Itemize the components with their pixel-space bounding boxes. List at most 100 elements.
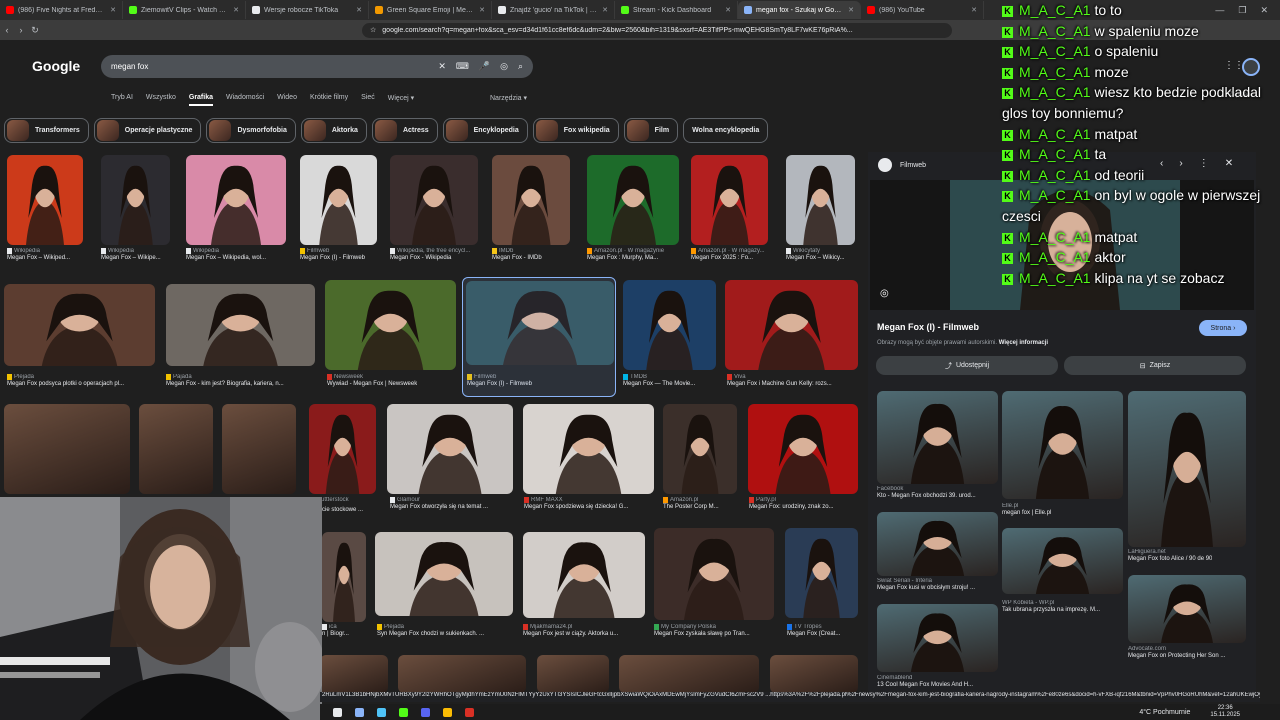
image-result-thumbnail[interactable] xyxy=(691,155,768,245)
related-chip[interactable]: Film xyxy=(623,118,679,143)
browser-tab[interactable]: ZiemowitV Clips - Watch Live on Kick ✕ xyxy=(123,1,246,19)
share-button[interactable]: ⤴ Udostępnij xyxy=(876,356,1058,375)
image-result-thumbnail[interactable] xyxy=(139,404,213,494)
image-result-caption[interactable]: cie stockowe ... xyxy=(322,506,363,513)
lens-icon[interactable]: ◎ xyxy=(500,61,508,72)
image-result-caption[interactable]: Mjakmama24.pl Megan Fox jest w ciąży. Akt… xyxy=(523,624,618,637)
search-taskbar-icon[interactable] xyxy=(355,707,364,717)
image-result-thumbnail[interactable] xyxy=(748,404,858,494)
related-chip[interactable]: Dysmorfofobia xyxy=(206,118,296,143)
related-image-caption[interactable]: Świat Seriali - Interia Megan Fox kusi w … xyxy=(877,578,975,591)
related-chip[interactable]: Wolna encyklopedia xyxy=(683,118,769,143)
google-logo[interactable]: Google xyxy=(32,58,80,74)
browser-tab[interactable]: (986) YouTube ✕ xyxy=(861,1,984,19)
image-result-thumbnail[interactable] xyxy=(537,655,609,693)
image-result-caption[interactable]: IMDb Megan Fox - IMDb xyxy=(492,248,542,261)
tab-close-icon[interactable]: ✕ xyxy=(848,6,854,14)
related-image-caption[interactable]: Elle.pl megan fox | Elle.pl xyxy=(1002,503,1051,516)
system-clock[interactable]: 22:36 15.11.2025 xyxy=(1210,705,1240,719)
kick-icon[interactable] xyxy=(399,707,408,717)
image-result-caption[interactable]: My Company Polska Megan Fox zyskała sławę… xyxy=(654,624,750,637)
search-input[interactable]: megan fox ✕ ⌨ 🎤 ◎ ⌕ xyxy=(101,55,533,78)
related-image-caption[interactable]: WP Kobieta - WP.pl Tak ubrana przyszła na… xyxy=(1002,600,1100,613)
image-result-thumbnail[interactable] xyxy=(785,528,858,618)
discord-icon[interactable] xyxy=(421,707,430,717)
tab-close-icon[interactable]: ✕ xyxy=(233,6,239,14)
image-result-caption[interactable]: Plejada Megan Fox podsyca plotki o operac… xyxy=(7,374,124,387)
image-result-caption[interactable]: TV Tropes Megan Fox (Creat... xyxy=(787,624,840,637)
related-image-thumbnail[interactable] xyxy=(1128,575,1246,643)
related-image-thumbnail[interactable] xyxy=(1002,391,1123,499)
chrome-icon[interactable] xyxy=(443,707,452,717)
preview-source[interactable]: Filmweb xyxy=(878,158,926,172)
image-result-caption[interactable]: Wikipedia, the free encycl... Megan Fox -… xyxy=(390,248,470,261)
image-result-thumbnail[interactable] xyxy=(325,280,456,370)
related-image-caption[interactable]: LaHiguera.net Megan Fox foto Alice / 90 d… xyxy=(1128,549,1212,562)
save-button[interactable]: ⊟ Zapisz xyxy=(1064,356,1246,375)
tab-close-icon[interactable]: ✕ xyxy=(725,6,731,14)
image-result-caption[interactable]: Plejada Syn Megan Fox chodzi w sukienkach… xyxy=(377,624,484,637)
app-icon[interactable] xyxy=(465,707,474,717)
image-result-thumbnail[interactable] xyxy=(375,532,513,616)
related-image-thumbnail[interactable] xyxy=(877,512,998,576)
image-result-thumbnail[interactable] xyxy=(654,528,774,620)
clear-icon[interactable]: ✕ xyxy=(438,61,446,72)
keyboard-icon[interactable]: ⌨ xyxy=(456,61,469,72)
edge-icon[interactable] xyxy=(377,707,386,717)
related-chip[interactable]: Transformers xyxy=(4,118,89,143)
related-image-thumbnail[interactable] xyxy=(1002,528,1123,594)
bookmark-icon[interactable]: ☆ xyxy=(370,26,376,34)
image-result-thumbnail[interactable] xyxy=(309,404,376,494)
filter-tab[interactable]: Tryb AI xyxy=(111,94,133,106)
image-result-thumbnail[interactable] xyxy=(320,655,388,693)
image-result-thumbnail[interactable] xyxy=(523,404,654,494)
image-result-thumbnail[interactable] xyxy=(4,404,130,494)
image-result-thumbnail[interactable] xyxy=(663,404,737,494)
image-result-caption[interactable]: Party.pl Megan Fox: urodziny, znak zo... xyxy=(749,497,834,510)
image-result-thumbnail[interactable] xyxy=(387,404,513,494)
start-icon[interactable] xyxy=(333,707,342,717)
image-result-thumbnail[interactable] xyxy=(186,155,286,245)
tab-close-icon[interactable]: ✕ xyxy=(110,6,116,14)
tab-close-icon[interactable]: ✕ xyxy=(479,6,485,14)
browser-tab[interactable]: megan fox - Szukaj w Google ✕ xyxy=(738,1,861,19)
weather-widget[interactable]: 4°C Pochmurnie xyxy=(1139,709,1190,716)
filter-tab[interactable]: Wideo xyxy=(277,94,297,106)
browser-tab[interactable]: Znajdź 'gucio' na TikTok | Wyszukiw ✕ xyxy=(492,1,615,19)
filter-tab[interactable]: Krótkie filmy xyxy=(310,94,348,106)
forward-icon[interactable]: › xyxy=(14,25,28,35)
preview-title[interactable]: Megan Fox (I) - Filmweb xyxy=(877,322,979,332)
related-chip[interactable]: Aktorka xyxy=(300,118,367,143)
related-image-caption[interactable]: Cinemablend 13 Cool Megan Fox Movies And … xyxy=(877,675,973,688)
reload-icon[interactable]: ↻ xyxy=(28,25,42,36)
image-result-caption[interactable]: Wikipedia Megan Fox – Wikiped... xyxy=(7,248,70,261)
image-result-thumbnail[interactable] xyxy=(619,655,759,693)
more-info-link[interactable]: Więcej informacji xyxy=(999,340,1048,346)
filter-tab[interactable]: Wiadomości xyxy=(226,94,264,106)
lens-search-icon[interactable]: ◎ xyxy=(880,288,889,299)
back-icon[interactable]: ‹ xyxy=(0,25,14,35)
image-result-caption[interactable]: Amazon.pl · W magazy... Megan Fox 2025 : … xyxy=(691,248,765,261)
image-result-thumbnail[interactable] xyxy=(770,655,858,693)
image-result-caption[interactable]: Wikipedia Megan Fox – Wikipe... xyxy=(101,248,161,261)
image-result-thumbnail[interactable] xyxy=(166,284,315,366)
tab-close-icon[interactable]: ✕ xyxy=(971,6,977,14)
image-result-caption[interactable]: RMF MAXX Megan Fox spodziewa się dziecka!… xyxy=(524,497,628,510)
address-bar[interactable]: ☆ google.com/search?q=megan+fox&sca_esv=… xyxy=(362,22,952,38)
related-chip[interactable]: Actress xyxy=(371,118,438,143)
image-result-thumbnail[interactable] xyxy=(587,155,679,245)
related-chip[interactable]: Operacje plastyczne xyxy=(93,118,202,143)
filter-tab[interactable]: Więcej ▾ xyxy=(388,94,414,106)
image-result-thumbnail[interactable] xyxy=(786,155,855,245)
image-result-caption[interactable]: Filmweb Megan Fox (I) - Filmweb xyxy=(300,248,365,261)
related-chip[interactable]: Encyklopedia xyxy=(442,118,528,143)
image-result-thumbnail[interactable] xyxy=(222,404,296,494)
related-image-caption[interactable]: Facebook Kto - Megan Fox obchodzi 39. uro… xyxy=(877,486,976,499)
filter-tab[interactable]: Wszystko xyxy=(146,94,176,106)
related-image-thumbnail[interactable] xyxy=(1128,391,1246,547)
related-chip[interactable]: Fox wikipedia xyxy=(532,118,619,143)
search-icon[interactable]: ⌕ xyxy=(518,61,523,72)
image-result-thumbnail[interactable] xyxy=(300,155,377,245)
image-result-caption[interactable]: Amazon.pl · W magazynie Megan Fox : Murph… xyxy=(587,248,664,261)
related-image-caption[interactable]: Advocate.com Megan Fox on Protecting Her … xyxy=(1128,646,1225,659)
